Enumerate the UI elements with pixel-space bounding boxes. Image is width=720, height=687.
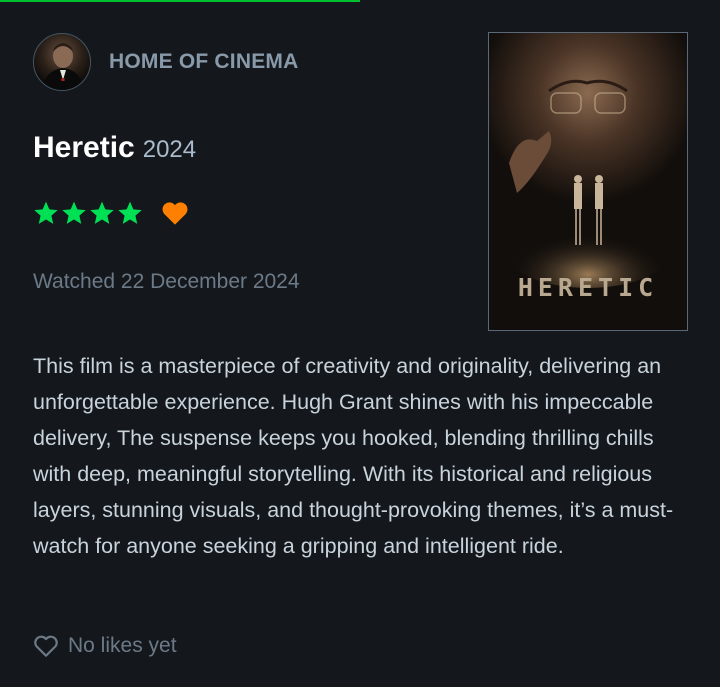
likes-count: No likes yet xyxy=(68,634,177,657)
poster-title: HERETIC xyxy=(518,273,658,302)
watched-date: Watched 22 December 2024 xyxy=(33,270,300,293)
star-icon xyxy=(34,201,58,224)
review-text: This film is a masterpiece of creativity… xyxy=(33,354,674,558)
like-heart-outline-icon[interactable] xyxy=(33,634,59,658)
film-year[interactable]: 2024 xyxy=(143,136,196,164)
star-rating xyxy=(33,200,145,226)
star-icon xyxy=(118,201,142,224)
film-title[interactable]: Heretic xyxy=(33,131,135,165)
top-accent-line xyxy=(0,0,360,2)
likes-row: No likes yet xyxy=(33,630,177,662)
film-poster[interactable]: HERETIC xyxy=(488,32,688,331)
star-icon xyxy=(90,201,114,224)
rating-row xyxy=(33,198,189,228)
star-icon xyxy=(62,201,86,224)
liked-heart-icon xyxy=(162,202,188,225)
film-title-row: Heretic 2024 xyxy=(33,131,196,165)
poster-image: HERETIC xyxy=(489,33,687,330)
avatar[interactable] xyxy=(33,33,91,91)
review-header: HOME OF CINEMA xyxy=(33,32,298,92)
avatar-portrait xyxy=(42,43,84,90)
username[interactable]: HOME OF CINEMA xyxy=(109,50,298,74)
